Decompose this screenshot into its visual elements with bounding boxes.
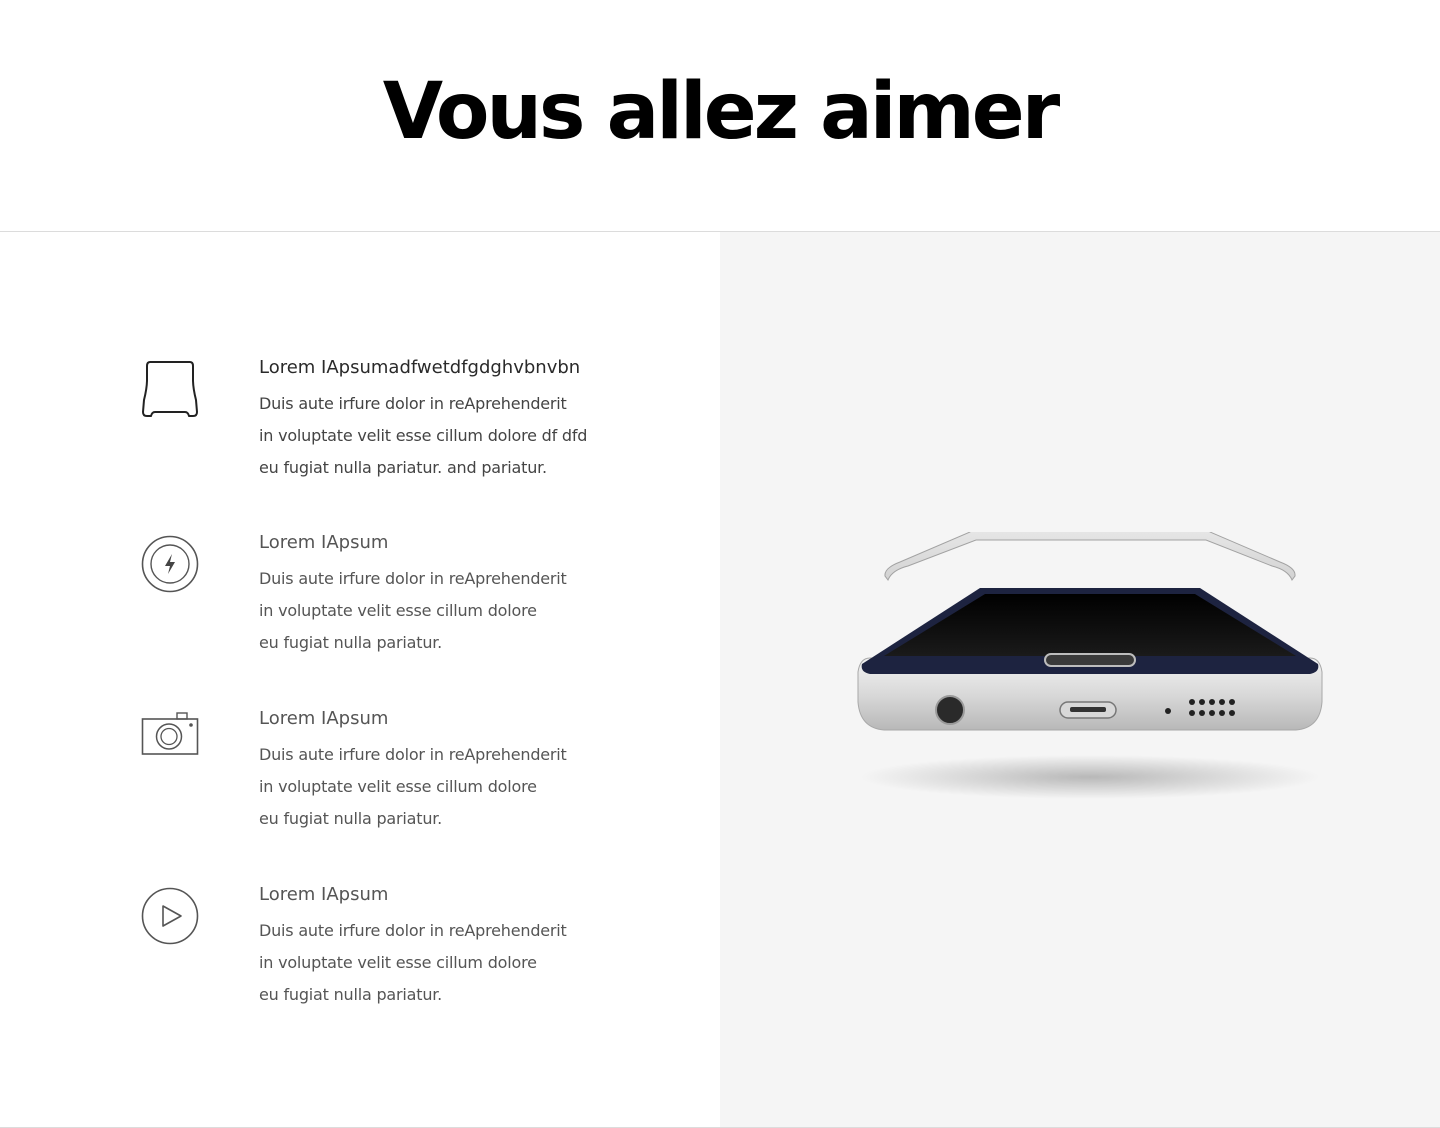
feature-list: Lorem IApsumadfwetdfgdghvbnvbn Duis aute… [0,232,720,1127]
feature-description: Duis aute irfure dolor in reAprehenderit… [259,388,679,484]
feature-line: in voluptate velit esse cillum dolore [259,953,537,972]
feature-line: in voluptate velit esse cillum dolore df… [259,426,588,445]
feature-title: Lorem IApsum [259,532,389,553]
feature-description: Duis aute irfure dolor in reAprehenderit… [259,915,679,1011]
feature-line: eu fugiat nulla pariatur. [259,633,443,652]
charging-bolt-icon [141,535,199,593]
feature-text: Lorem IApsum Duis aute irfure dolor in r… [259,531,679,659]
feature-title: Lorem IApsumadfwetdfgdghvbnvbn [259,357,581,378]
feature-line: Duis aute irfure dolor in reAprehenderit [259,569,567,588]
play-icon [141,887,199,945]
feature-line: Duis aute irfure dolor in reAprehenderit [259,921,567,940]
page-title: Vous allez aimer [382,67,1060,157]
feature-line: in voluptate velit esse cillum dolore [259,601,537,620]
feature-description: Duis aute irfure dolor in reAprehenderit… [259,739,679,835]
feature-line: eu fugiat nulla pariatur. [259,809,443,828]
feature-title: Lorem IApsum [259,708,389,729]
feature-text: Lorem IApsumadfwetdfgdghvbnvbn Duis aute… [259,356,679,484]
phone-case-icon [142,361,198,417]
feature-text: Lorem IApsum Duis aute irfure dolor in r… [259,707,679,835]
hero-section: Vous allez aimer [0,0,1440,232]
features-section: Lorem IApsumadfwetdfgdghvbnvbn Duis aute… [0,232,1440,1128]
product-panel [720,232,1440,1127]
feature-description: Duis aute irfure dolor in reAprehenderit… [259,563,679,659]
feature-title: Lorem IApsum [259,884,389,905]
phone-with-clear-case-image [857,532,1323,799]
feature-line: in voluptate velit esse cillum dolore [259,777,537,796]
feature-line: Duis aute irfure dolor in reAprehenderit [259,394,567,413]
feature-line: Duis aute irfure dolor in reAprehenderit [259,745,567,764]
feature-text: Lorem IApsum Duis aute irfure dolor in r… [259,883,679,1011]
feature-line: eu fugiat nulla pariatur. and pariatur. [259,458,547,477]
feature-line: eu fugiat nulla pariatur. [259,985,443,1004]
camera-icon [141,712,199,755]
